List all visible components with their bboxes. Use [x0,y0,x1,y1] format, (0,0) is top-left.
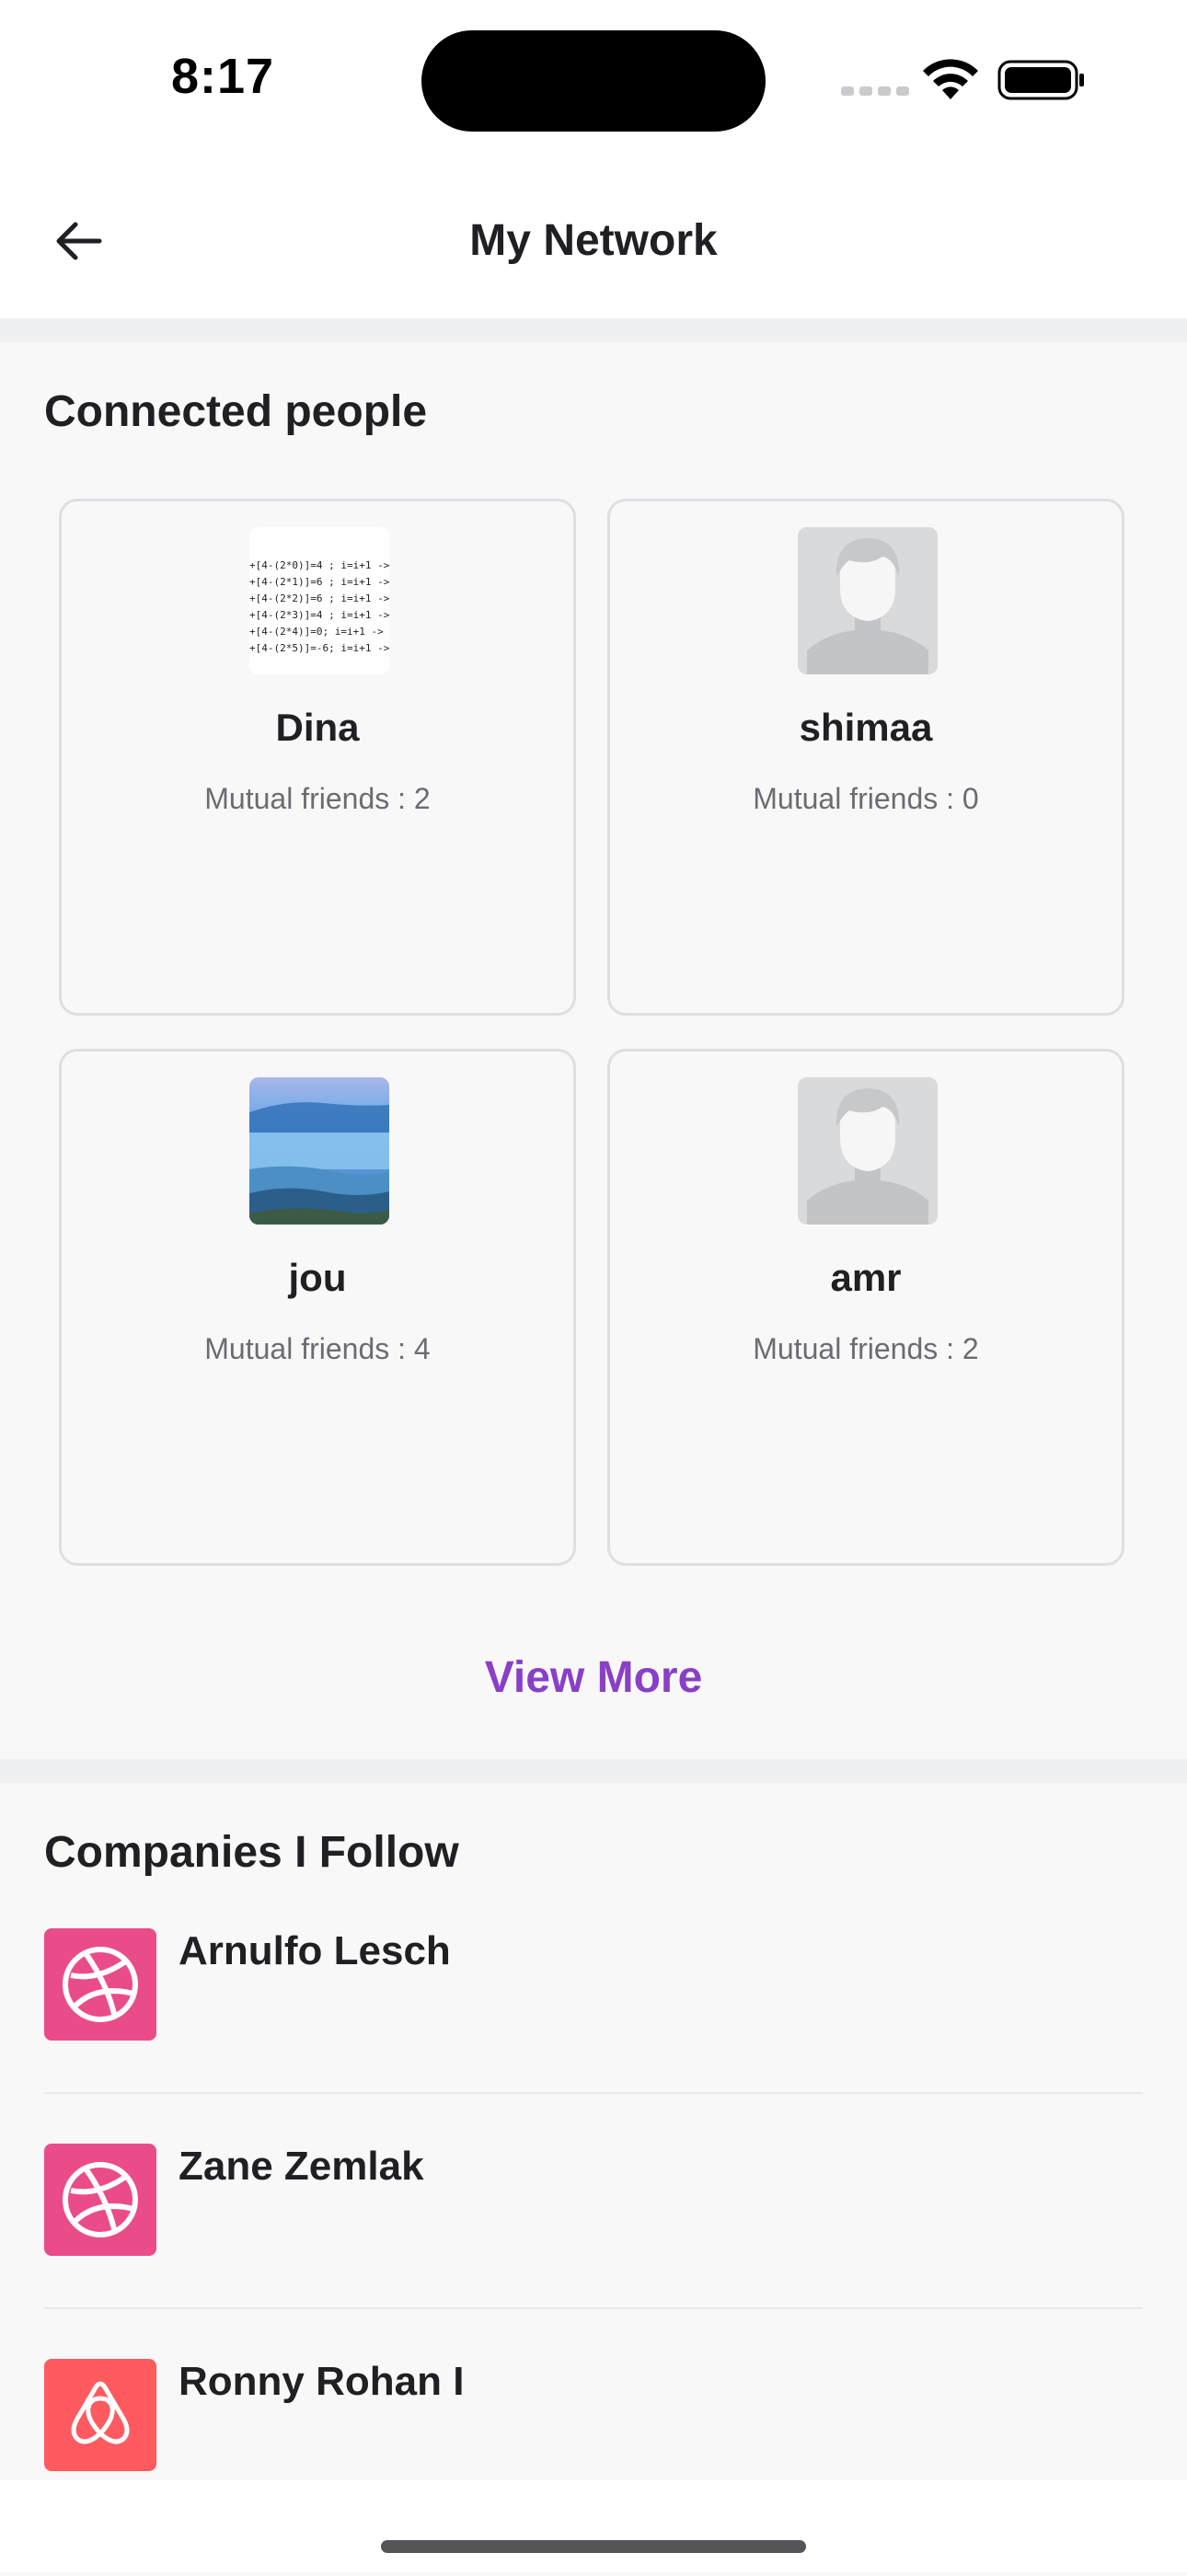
mutual-friends-count: Mutual friends : 4 [204,1332,431,1365]
list-divider [44,2307,1143,2309]
list-divider [44,2092,1143,2094]
dynamic-island [421,30,766,132]
connected-people-section: Connected people +[4-(2*0)]=4 ; i=i+1 ->… [0,342,1187,1759]
svg-text:+[4-(2*5)]=-6; i=i+1 -> i=6: +[4-(2*5)]=-6; i=i+1 -> i=6 [249,642,389,654]
person-card-jou[interactable]: jou Mutual friends : 4 [59,1049,576,1566]
dribbble-icon [63,1947,138,2022]
cellular-signal-icon [841,86,909,96]
status-time: 8:17 [171,49,275,104]
view-more-button[interactable]: View More [0,1652,1187,1703]
company-item-arnulfo-lesch[interactable]: Arnulfo Lesch [44,1928,1143,2145]
person-name: shimaa [799,706,933,749]
dribbble-icon [63,2162,138,2237]
default-person-avatar-icon [798,527,938,674]
avatar [798,1077,938,1225]
section-title: Companies I Follow [44,1828,459,1877]
svg-text:+[4-(2*3)]=4 ; i=i+1 -> i=4: +[4-(2*3)]=4 ; i=i+1 -> i=4 [249,609,389,621]
section-divider [0,1759,1187,1783]
person-card-dina[interactable]: +[4-(2*0)]=4 ; i=i+1 -> i=1 +[4-(2*1)]=6… [59,499,576,1016]
svg-text:+[4-(2*0)]=4 ; i=i+1 -> i=1: +[4-(2*0)]=4 ; i=i+1 -> i=1 [249,559,389,571]
company-name: Zane Zemlak [179,2144,424,2189]
page-title: My Network [469,216,718,265]
battery-icon [997,60,1084,100]
landscape-photo [249,1077,389,1225]
section-divider [0,318,1187,342]
person-name: Dina [275,706,360,749]
airbnb-icon [71,2381,130,2444]
home-indicator-area [0,2480,1187,2572]
person-name: amr [830,1256,902,1299]
navigation-bar: My Network [0,166,1187,318]
mutual-friends-count: Mutual friends : 2 [753,1332,979,1365]
company-name: Ronny Rohan I [179,2359,465,2404]
mutual-friends-count: Mutual friends : 2 [204,782,431,815]
company-logo [44,1928,156,2041]
svg-text:+[4-(2*2)]=6 ; i=i+1 -> i=3: +[4-(2*2)]=6 ; i=i+1 -> i=3 [249,592,389,604]
svg-text:+[4-(2*1)]=6 ; i=i+1 -> i=2: +[4-(2*1)]=6 ; i=i+1 -> i=2 [249,576,389,588]
mutual-friends-count: Mutual friends : 0 [753,782,979,815]
person-card-shimaa[interactable]: shimaa Mutual friends : 0 [607,499,1124,1016]
company-name: Arnulfo Lesch [179,1928,451,1973]
avatar [249,1077,389,1225]
code-snippet-photo: +[4-(2*0)]=4 ; i=i+1 -> i=1 +[4-(2*1)]=6… [249,527,389,674]
avatar: +[4-(2*0)]=4 ; i=i+1 -> i=1 +[4-(2*1)]=6… [249,527,389,674]
section-title: Connected people [44,387,428,436]
wifi-icon [923,59,978,99]
companies-section: Companies I Follow Arnulfo Lesch Zane Ze… [0,1783,1187,2480]
company-item-zane-zemlak[interactable]: Zane Zemlak [44,2144,1143,2361]
company-logo [44,2144,156,2256]
home-indicator[interactable] [381,2540,806,2553]
company-logo [44,2359,156,2471]
default-person-avatar-icon [798,1077,938,1225]
person-card-amr[interactable]: amr Mutual friends : 2 [607,1049,1124,1566]
avatar [798,527,938,674]
svg-text:+[4-(2*4)]=0; i=i+1 -> i=5: +[4-(2*4)]=0; i=i+1 -> i=5 [249,626,389,638]
person-name: jou [288,1256,347,1299]
status-bar: 8:17 [0,0,1187,166]
